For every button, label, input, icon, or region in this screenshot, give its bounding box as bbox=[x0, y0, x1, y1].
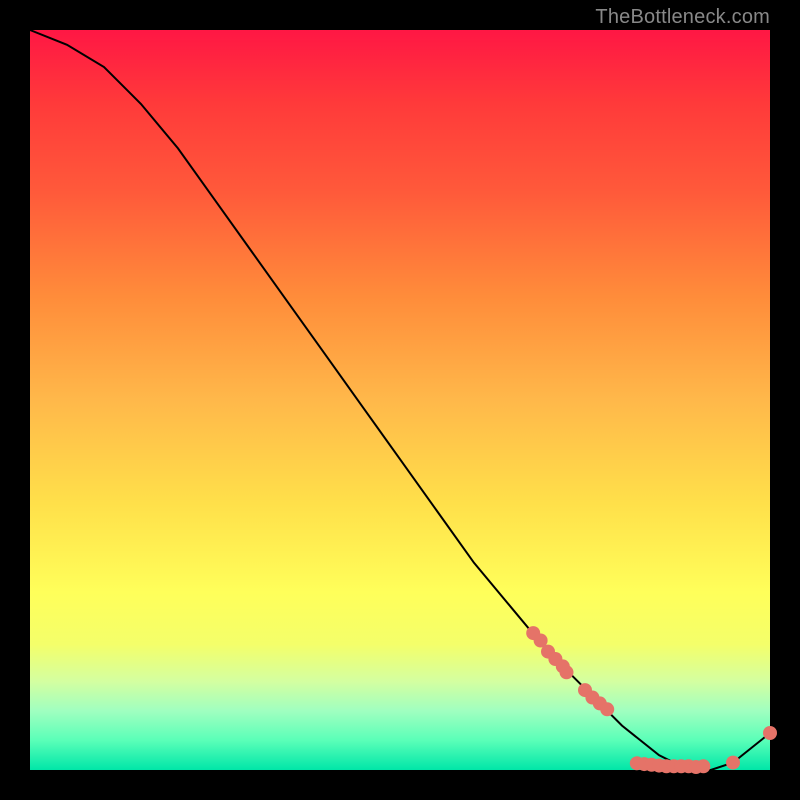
watermark-text: TheBottleneck.com bbox=[595, 6, 770, 29]
data-marker bbox=[763, 726, 777, 740]
data-marker bbox=[696, 759, 710, 773]
data-markers bbox=[526, 626, 777, 774]
curve-layer bbox=[30, 30, 770, 770]
data-marker bbox=[600, 702, 614, 716]
bottleneck-curve bbox=[30, 30, 770, 770]
data-marker bbox=[560, 665, 574, 679]
data-marker bbox=[726, 756, 740, 770]
